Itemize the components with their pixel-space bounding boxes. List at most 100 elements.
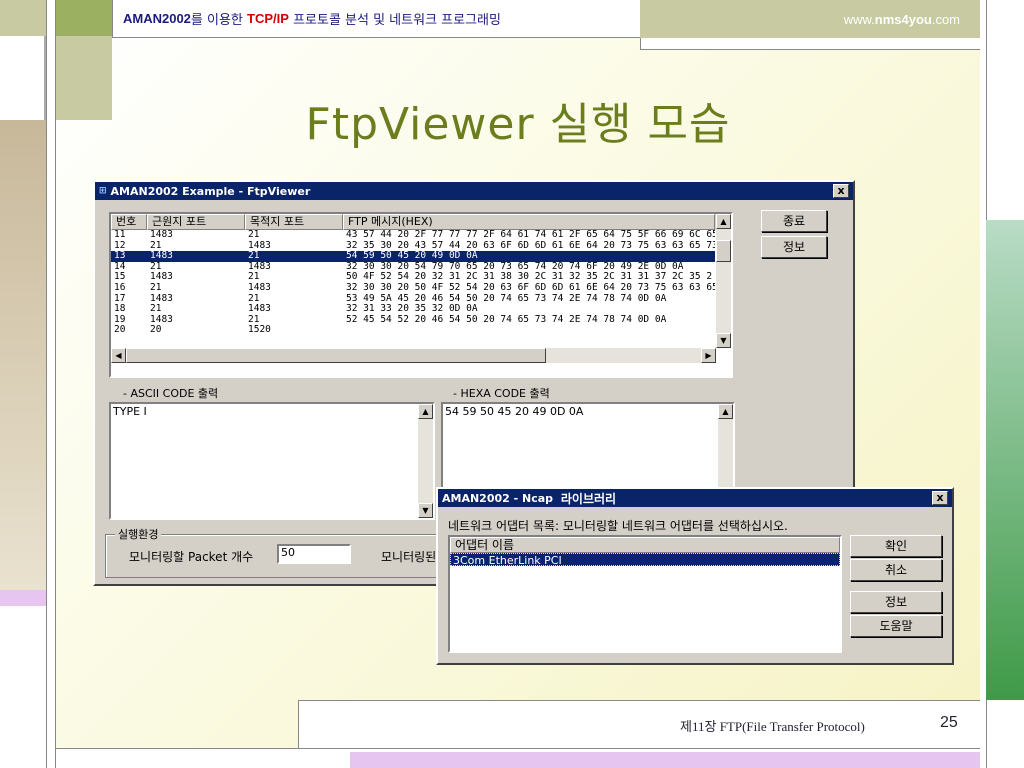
- table-row[interactable]: 19 1483 21 52 45 54 52 20 46 54 50 20 74 65…: [111, 315, 715, 326]
- ascii-value: TYPE I: [113, 405, 147, 418]
- scroll-thumb[interactable]: [716, 240, 731, 262]
- url-domain: nms4you: [874, 11, 932, 27]
- table-row[interactable]: 12 21 1483 32 35 30 20 43 57 44 20 63 6F 6D…: [111, 241, 715, 252]
- deco-block: [0, 0, 46, 36]
- table-cell: 21: [248, 251, 260, 262]
- table-cell: 53 49 5A 45 20 46 54 50 20 74 65 73 74 2…: [346, 293, 667, 304]
- table-cell: 1483: [150, 293, 173, 304]
- table-cell: 1483: [150, 251, 173, 262]
- table-cell: 21: [248, 230, 260, 240]
- close-icon[interactable]: x: [833, 184, 849, 198]
- monitored-label: 모니터링된: [381, 550, 437, 564]
- packet-count-value: 50: [281, 546, 295, 559]
- scroll-right-icon[interactable]: ▶: [701, 348, 716, 363]
- table-row[interactable]: 15 1483 21 50 4F 52 54 20 32 31 2C 31 38 30…: [111, 272, 715, 283]
- deco-block: [986, 220, 1024, 700]
- table-cell: 32 31 33 20 35 32 0D 0A: [346, 304, 478, 315]
- table-cell: 1520: [248, 325, 271, 336]
- ncap-dialog: AMAN2002 - Ncap 라이브러리 x 네트워크 어댑터 목록: 모니터…: [436, 487, 954, 665]
- table-row[interactable]: 11 1483 21 43 57 44 20 2F 77 77 77 2F 64 61…: [111, 230, 715, 241]
- ncap-titlebar[interactable]: AMAN2002 - Ncap 라이브러리: [438, 489, 952, 507]
- table-row[interactable]: 17 1483 21 53 49 5A 45 20 46 54 50 20 74 65…: [111, 294, 715, 305]
- ascii-scrollbar[interactable]: ▲ ▼: [418, 404, 433, 518]
- table-cell: 1483: [150, 314, 173, 325]
- packet-list[interactable]: 번호 근원지 포트 목적지 포트 FTP 메시지(HEX) 11 1483 21 43…: [109, 212, 733, 378]
- app-icon: ⊞: [99, 186, 107, 196]
- packet-list-header: 번호 근원지 포트 목적지 포트 FTP 메시지(HEX): [111, 214, 731, 230]
- table-row[interactable]: 14 21 1483 32 30 30 20 54 79 70 65 20 73 65…: [111, 262, 715, 273]
- table-cell: 54 59 50 45 20 49 0D 0A: [346, 251, 478, 262]
- table-cell: 15: [114, 272, 126, 283]
- adapter-item[interactable]: 3Com EtherLink PCI: [450, 553, 840, 567]
- deco-block: [0, 36, 46, 120]
- hex-scrollbar[interactable]: ▲: [718, 404, 733, 500]
- table-cell: 19: [114, 314, 126, 325]
- column-header-message[interactable]: FTP 메시지(HEX): [343, 214, 715, 230]
- table-cell: 43 57 44 20 2F 77 77 77 2F 64 61 74 61 2…: [346, 230, 715, 240]
- close-icon[interactable]: x: [932, 491, 948, 505]
- info-button[interactable]: 정보: [761, 236, 827, 258]
- adapter-list[interactable]: 어댑터 이름 3Com EtherLink PCI: [448, 535, 842, 653]
- table-cell: 21: [150, 282, 162, 293]
- settings-label: 실행환경: [115, 526, 162, 542]
- table-cell: 21: [248, 293, 260, 304]
- hscroll-thumb[interactable]: [126, 348, 546, 363]
- deco-block: [0, 606, 46, 768]
- table-row[interactable]: 16 21 1483 32 30 30 20 50 4F 52 54 20 63 6F…: [111, 283, 715, 294]
- vertical-scrollbar[interactable]: ▲ ▼: [716, 214, 731, 348]
- slide-header: AMAN2002 를 이용한 TCP/IP 프로토콜 분석 및 네트워크 프로그…: [112, 0, 640, 38]
- deco-block: [350, 752, 980, 768]
- deco-block: [46, 0, 56, 768]
- site-url: www. nms4you .com: [640, 0, 980, 38]
- table-cell: 21: [150, 261, 162, 272]
- table-row[interactable]: 18 21 1483 32 31 33 20 35 32 0D 0A: [111, 304, 715, 315]
- dialog-title-kor: 라이브러리: [560, 491, 617, 506]
- column-header-src-port[interactable]: 근원지 포트: [147, 214, 245, 230]
- table-row[interactable]: 20 20 1520: [111, 325, 715, 336]
- brand-text: AMAN2002: [123, 11, 191, 26]
- ftpviewer-titlebar[interactable]: ⊞ AMAN2002 Example - FtpViewer: [95, 182, 853, 200]
- table-cell: 32 30 30 20 50 4F 52 54 20 63 6F 6D 6D 6…: [346, 282, 715, 293]
- horizontal-scrollbar[interactable]: ◀ ▶: [111, 348, 716, 363]
- table-cell: 18: [114, 304, 126, 315]
- table-cell: 21: [150, 304, 162, 315]
- table-cell: 52 45 54 52 20 46 54 50 20 74 65 73 74 2…: [346, 314, 667, 325]
- table-cell: 21: [248, 314, 260, 325]
- url-suffix: .com: [931, 11, 960, 27]
- table-cell: 21: [248, 272, 260, 283]
- packet-rows: 11 1483 21 43 57 44 20 2F 77 77 77 2F 64 61…: [111, 230, 715, 336]
- column-header-adapter[interactable]: 어댑터 이름: [450, 537, 840, 553]
- scroll-left-icon[interactable]: ◀: [111, 348, 126, 363]
- adapter-list-header: 어댑터 이름: [450, 537, 840, 553]
- table-cell: 1483: [150, 230, 173, 240]
- table-cell: 20: [150, 325, 162, 336]
- packet-count-label: 모니터링할 Packet 개수: [129, 550, 254, 564]
- scroll-down-icon[interactable]: ▼: [418, 503, 433, 518]
- deco-block: [640, 38, 980, 50]
- table-cell: 12: [114, 240, 126, 251]
- column-header-number[interactable]: 번호: [111, 214, 147, 230]
- table-cell: 1483: [150, 272, 173, 283]
- ascii-output[interactable]: TYPE I ▲ ▼: [109, 402, 435, 520]
- url-prefix: www.: [843, 11, 875, 27]
- ok-button[interactable]: 확인: [850, 535, 942, 557]
- header-text: 프로토콜 분석 및 네트워크 프로그래밍: [288, 13, 501, 28]
- scroll-up-icon[interactable]: ▲: [418, 404, 433, 419]
- protocol-text: TCP/IP: [247, 11, 289, 26]
- table-cell: 32 30 30 20 54 79 70 65 20 73 65 74 20 7…: [346, 261, 684, 272]
- exit-button[interactable]: 종료: [761, 210, 827, 232]
- table-row[interactable]: 13 1483 21 54 59 50 45 20 49 0D 0A: [111, 251, 715, 262]
- deco-block: [986, 0, 1024, 220]
- packet-count-input[interactable]: 50: [277, 544, 351, 564]
- scroll-up-icon[interactable]: ▲: [716, 214, 731, 229]
- table-cell: 14: [114, 261, 126, 272]
- column-header-dst-port[interactable]: 목적지 포트: [245, 214, 343, 230]
- info-button[interactable]: 정보: [850, 591, 942, 613]
- help-button[interactable]: 도움말: [850, 615, 942, 637]
- scroll-down-icon[interactable]: ▼: [716, 333, 731, 348]
- table-cell: 21: [150, 240, 162, 251]
- scroll-up-icon[interactable]: ▲: [718, 404, 733, 419]
- ascii-label: - ASCII CODE 출력: [123, 387, 219, 400]
- table-cell: 1483: [248, 282, 271, 293]
- cancel-button[interactable]: 취소: [850, 559, 942, 581]
